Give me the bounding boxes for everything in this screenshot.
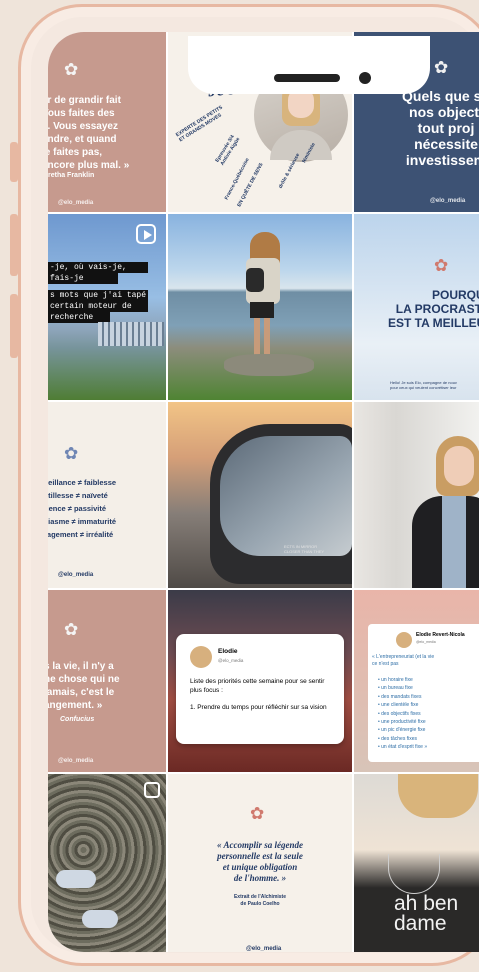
tweet-text: Liste des priorités cette semaine pour s… [190, 678, 325, 694]
post-tile[interactable]: -je, où vais-je, fais-je s mots que j'ai… [48, 214, 166, 400]
speaker [274, 74, 340, 82]
flower-icon: ✿ [64, 444, 79, 463]
post-tile[interactable]: ✿ POURQUO LA PROCRASTIN EST TA MEILLEUR … [354, 214, 479, 400]
post-tile[interactable]: ✿ « Accomplir sa légende personnelle est… [168, 774, 352, 952]
post-text: POURQUO LA PROCRASTIN EST TA MEILLEUR [388, 288, 479, 330]
phone-mockup-stage: ✿ er de grandir fait Vous faites des s. … [0, 0, 479, 972]
post-footer: Hello! Je suis Elo, compagne de nouv pou… [390, 380, 457, 390]
flower-icon: ✿ [434, 58, 449, 77]
phone-side-button [10, 294, 18, 358]
front-camera [359, 72, 371, 84]
avatar [396, 632, 412, 648]
mirror-warning: ECTS IN MIRROR CLOSER THAN THEY [284, 544, 325, 554]
flower-icon: ✿ [434, 256, 449, 275]
flower-icon: ✿ [64, 60, 79, 79]
tweet-list: • un horaire fixe • un bureau fixe • des… [378, 677, 428, 751]
tweet-card: Elodie @elo_media Liste des priorités ce… [176, 634, 344, 744]
person-shorts [250, 302, 274, 318]
rock [224, 354, 314, 376]
sandal [56, 870, 96, 888]
post-handle: @elo_media [430, 198, 466, 204]
person-hair [398, 774, 478, 818]
phone-side-button [10, 214, 18, 276]
phone-notch [188, 36, 430, 94]
post-handle: @elo_media [58, 572, 94, 578]
post-tile[interactable]: ✿ veillance ≠ faiblesse stillesse ≠ naïv… [48, 402, 166, 588]
quote-text: s la vie, il n'y a ne chose qui ne jamai… [48, 661, 120, 711]
post-tile[interactable]: Elodie @elo_media Liste des priorités ce… [168, 590, 352, 772]
post-tile[interactable] [354, 402, 479, 588]
flower-icon: ✿ [64, 620, 79, 639]
instagram-post-grid: ✿ er de grandir fait Vous faites des s. … [48, 32, 479, 952]
post-handle: @elo_media [58, 200, 94, 206]
tweet-handle: @elo_media [218, 658, 244, 663]
post-handle: @elo_media [246, 946, 282, 952]
tweet-intro: « L'entrepreneuriat (et la vie ce n'est … [372, 654, 435, 667]
marina-boats [98, 322, 164, 346]
post-tile[interactable] [48, 774, 166, 952]
tag-text: EXPERTE DES PETITS ET GRANDS MOVES [174, 104, 224, 144]
quote-author: retha Franklin [48, 172, 95, 179]
phone-side-button [10, 142, 18, 182]
quote-source: Extrait de l'Alchimiste de Paulo Coelho [233, 894, 287, 907]
tweet-card: Elodie Revert-Nicola @elo_media « L'entr… [368, 624, 479, 762]
tweet-handle: @elo_media [416, 640, 436, 644]
quote-text: « Accomplir sa légende personnelle est l… [217, 840, 303, 883]
carousel-icon [144, 782, 160, 798]
avatar [190, 646, 212, 668]
quote-author: Confucius [60, 716, 95, 723]
mirror-glass [220, 436, 352, 556]
shirt-text: ah ben dame [394, 892, 459, 935]
reel-icon [136, 224, 156, 244]
person-face [444, 446, 474, 486]
phone-screen: ✿ er de grandir fait Vous faites des s. … [48, 32, 479, 952]
tag-text: Epreuvée 3/4 Antivie Aigüe [214, 134, 242, 167]
person-shirt [442, 496, 466, 588]
necklace [388, 854, 440, 894]
post-list: veillance ≠ faiblesse stillesse ≠ naïvet… [48, 478, 117, 539]
post-handle: @elo_media [58, 758, 94, 764]
flower-icon: ✿ [250, 804, 265, 823]
tweet-item: 1. Prendre du temps pour réfléchir sur s… [190, 704, 327, 711]
post-tile[interactable]: ✿ er de grandir fait Vous faites des s. … [48, 32, 166, 212]
quote-text: er de grandir fait Vous faites des s. Vo… [48, 95, 130, 171]
post-tile[interactable]: ✿ s la vie, il n'y a ne chose qui ne jam… [48, 590, 166, 772]
tweet-author: Elodie Revert-Nicola [416, 632, 465, 638]
reel-caption: -je, où vais-je, fais-je s mots que j'ai… [48, 262, 149, 323]
backpack [246, 268, 264, 292]
post-text: Quels que so nos objecti tout proj néces… [402, 88, 479, 168]
post-tile[interactable]: ECTS IN MIRROR CLOSER THAN THEY [168, 402, 352, 588]
sandal [82, 910, 118, 928]
post-tile[interactable] [168, 214, 352, 400]
post-tile[interactable]: ah ben dame [354, 774, 479, 952]
post-tile[interactable]: Elodie Revert-Nicola @elo_media « L'entr… [354, 590, 479, 772]
tweet-author: Elodie [218, 648, 238, 655]
